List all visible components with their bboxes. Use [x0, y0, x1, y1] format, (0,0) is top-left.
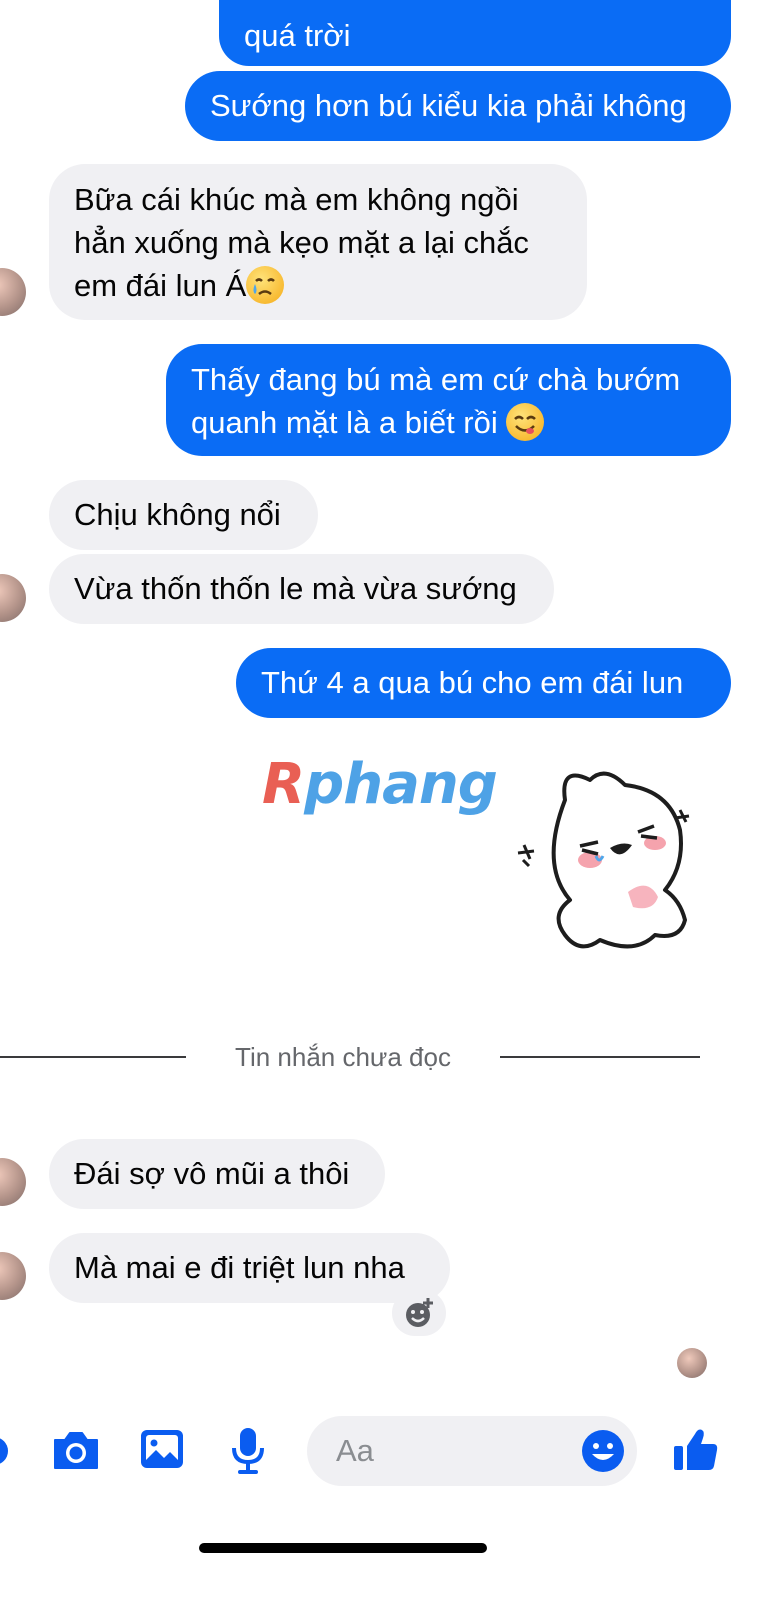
add-reaction-icon — [406, 1298, 433, 1327]
message-text: quá trời — [244, 18, 351, 53]
message-text: Chịu không nổi — [74, 497, 281, 532]
message-line: Bữa cái khúc mà em không ngồi — [74, 182, 519, 217]
crying-face-icon — [246, 266, 285, 304]
mic-icon[interactable] — [228, 1426, 268, 1481]
more-icon[interactable] — [0, 1432, 12, 1470]
contact-avatar[interactable] — [0, 1158, 26, 1206]
emoji-icon[interactable] — [580, 1428, 626, 1479]
thumbs-up-icon[interactable] — [672, 1424, 720, 1479]
message-outgoing[interactable]: Thứ 4 a qua bú cho em đái lun — [236, 648, 731, 718]
contact-avatar[interactable] — [0, 268, 26, 316]
message-incoming[interactable]: Bữa cái khúc mà em không ngồi hẳn xuống … — [49, 164, 587, 320]
divider-line-right — [500, 1056, 700, 1058]
camera-icon[interactable] — [51, 1428, 101, 1477]
contact-avatar[interactable] — [0, 574, 26, 622]
message-outgoing[interactable]: Sướng hơn bú kiểu kia phải không — [185, 71, 731, 141]
message-text: Mà mai e đi triệt lun nha — [74, 1250, 405, 1285]
watermark-logo: Rphang — [262, 752, 498, 817]
message-text: Vừa thốn thốn le mà vừa sướng — [74, 571, 517, 606]
message-incoming[interactable]: Chịu không nổi — [49, 480, 318, 550]
message-line: Thấy đang bú mà em cứ chà bướm — [191, 362, 681, 397]
message-incoming[interactable]: Mà mai e đi triệt lun nha — [49, 1233, 450, 1303]
home-indicator — [199, 1543, 487, 1553]
divider-line-left — [0, 1056, 186, 1058]
yum-face-icon — [506, 403, 545, 441]
bunny-sticker[interactable] — [510, 760, 710, 960]
message-text: Sướng hơn bú kiểu kia phải không — [210, 88, 687, 123]
message-input-placeholder: Aa — [336, 1433, 374, 1468]
message-text: Đái sợ vô mũi a thôi — [74, 1156, 350, 1191]
message-incoming[interactable]: Vừa thốn thốn le mà vừa sướng — [49, 554, 554, 624]
message-incoming[interactable]: Đái sợ vô mũi a thôi — [49, 1139, 385, 1209]
message-outgoing[interactable]: Thấy đang bú mà em cứ chà bướm quanh mặt… — [166, 344, 731, 456]
contact-avatar[interactable] — [0, 1252, 26, 1300]
image-icon[interactable] — [139, 1428, 185, 1475]
seen-receipt-avatar — [677, 1348, 707, 1378]
message-outgoing[interactable]: quá trời — [219, 0, 731, 66]
message-line: em đái lun Á — [74, 268, 247, 303]
unread-divider-label: Tin nhắn chưa đọc — [235, 1042, 451, 1072]
add-reaction-button[interactable] — [392, 1290, 446, 1336]
message-text: Thứ 4 a qua bú cho em đái lun — [261, 665, 684, 700]
message-line: hẳn xuống mà kẹo mặt a lại chắc — [74, 225, 529, 260]
message-line: quanh mặt là a biết rồi — [191, 405, 498, 440]
